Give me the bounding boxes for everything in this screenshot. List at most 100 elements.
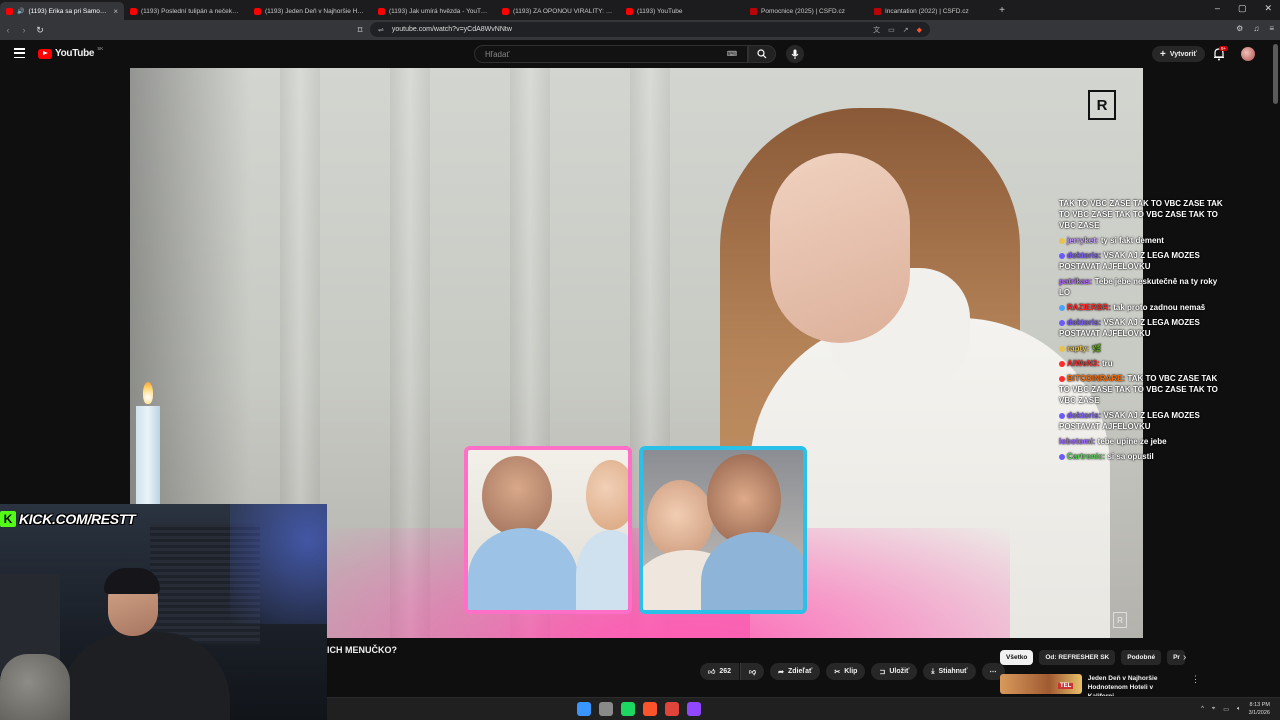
scrollbar-thumb[interactable] <box>1273 44 1278 104</box>
download-button[interactable]: ⤓ Stiahnuť <box>923 663 976 680</box>
network-icon[interactable]: ▭ <box>1223 706 1229 713</box>
back-icon[interactable]: ‹ <box>0 25 16 35</box>
chip-all[interactable]: Všetko <box>1000 650 1034 665</box>
task-view-icon[interactable] <box>599 702 613 716</box>
windows-start-icon[interactable] <box>577 702 591 716</box>
address-bar[interactable]: ⇌ youtube.com/watch?v=yCdA8WvNNtw 文 ▭ ↗ … <box>370 22 930 37</box>
share-button[interactable]: ➦ Zdieľať <box>770 663 821 680</box>
account-avatar[interactable] <box>1241 47 1255 61</box>
chip-related[interactable]: Podobné <box>1121 650 1162 665</box>
chat-badge-icon <box>1059 376 1065 382</box>
page-scrollbar[interactable] <box>1273 44 1278 694</box>
chat-message: TAK TO VBC ZASE TAK TO VBC ZASE TAK TO V… <box>1059 198 1229 231</box>
brave-shield-icon[interactable]: ◆ <box>917 26 922 34</box>
more-icon: ⋯ <box>989 668 997 676</box>
hamburger-menu-icon[interactable] <box>14 48 25 58</box>
youtube-logo[interactable]: YouTube SK <box>38 46 103 59</box>
clock[interactable]: 8:13 PM 3/1/2026 <box>1249 701 1270 717</box>
minimize-icon[interactable]: – <box>1215 3 1220 14</box>
chat-message: doktoris: VSAK AJ Z LEGA MOZES POSTAVAT … <box>1059 250 1229 272</box>
app-icon[interactable] <box>665 702 679 716</box>
chat-text: 🌿 <box>1091 344 1102 353</box>
chat-badge-icon <box>1059 454 1065 460</box>
keyboard-icon[interactable]: ⌨ <box>727 50 737 58</box>
chevron-right-icon[interactable]: › <box>1183 652 1186 663</box>
new-tab-icon[interactable]: + <box>992 5 1012 16</box>
browser-tab[interactable]: (1193) YouTube <box>620 2 744 20</box>
kick-banner: K KICK.COM/RESTT <box>0 510 136 528</box>
clip-button[interactable]: ✂ Klip <box>826 663 866 680</box>
like-button[interactable]: 👍︎ 262 <box>700 663 740 680</box>
kick-logo-icon: K <box>0 511 16 527</box>
tray-chevron-icon[interactable]: ^ <box>1201 706 1204 712</box>
chat-text: tebe upine ze jebe <box>1097 437 1167 446</box>
brave-browser-icon[interactable] <box>643 702 657 716</box>
tab-title: (1193) Poslední tulipán a nečekaný n <box>141 7 242 15</box>
dislike-button[interactable]: 👎︎ <box>740 663 765 680</box>
location-icon[interactable]: ⌖ <box>1212 706 1215 713</box>
youtube-favicon-icon <box>6 7 13 15</box>
browser-tab-bar: 🔊 (1193) Erika sa pri Samovi ne × (1193)… <box>0 0 1280 20</box>
search-input[interactable]: Hľadať ⌨ <box>474 45 748 63</box>
chat-text: tak proto zadnou nemaš <box>1113 303 1206 312</box>
channel-watermark-icon[interactable]: R <box>1113 612 1127 628</box>
kick-app-icon[interactable] <box>621 702 635 716</box>
save-label: Uložiť <box>889 668 910 675</box>
recommended-title: Jeden Deň v Najhoršie Hodnotenom Hoteli … <box>1087 675 1158 696</box>
young-man-head <box>707 454 781 544</box>
browser-tab[interactable]: Pomocnice (2025) | ČSFD.cz <box>744 2 868 20</box>
voice-search-button[interactable] <box>786 45 804 63</box>
share-icon[interactable]: ↗ <box>903 26 909 34</box>
music-icon[interactable]: ♫ <box>1253 24 1259 33</box>
cast-icon[interactable]: ▭ <box>888 26 895 34</box>
extensions-icon[interactable]: ⚙ <box>1236 24 1243 33</box>
youtube-play-icon <box>38 48 52 59</box>
search-button[interactable] <box>748 45 776 63</box>
site-info-icon[interactable]: ⇌ <box>378 26 384 34</box>
close-tab-icon[interactable]: × <box>113 7 118 16</box>
search-icon <box>757 49 767 59</box>
blue-led-glow <box>230 504 327 624</box>
couple-photo-right <box>639 446 807 614</box>
more-vert-icon[interactable]: ⋮ <box>1191 674 1200 696</box>
create-label: Vytvoriť <box>1169 50 1197 58</box>
bookmark-icon[interactable]: ⌑ <box>352 25 368 36</box>
recommended-thumbnail[interactable]: TEL <box>1000 674 1082 694</box>
browser-tab[interactable]: (1193) Jeden Deň v Najhoršie Hodn <box>248 2 372 20</box>
forward-icon[interactable]: › <box>16 25 32 35</box>
speaker-icon[interactable]: 🔊 <box>17 8 24 15</box>
create-button[interactable]: + Vytvoriť <box>1152 46 1205 62</box>
maximize-icon[interactable]: ▢ <box>1238 3 1247 14</box>
browser-tab[interactable]: Incantation (2022) | ČSFD.cz <box>868 2 992 20</box>
taskbar-apps <box>577 702 701 716</box>
kick-url: KICK.COM/RESTT <box>19 511 136 527</box>
logo-text: YouTube <box>55 48 95 59</box>
woman-head <box>586 460 628 530</box>
browser-tab[interactable]: (1193) Poslední tulipán a nečekaný n <box>124 2 248 20</box>
chip-from-channel[interactable]: Od: REFRESHER SK <box>1039 650 1116 665</box>
translate-icon[interactable]: 文 <box>873 25 880 35</box>
search-placeholder: Hľadať <box>485 49 510 59</box>
reload-icon[interactable]: ↻ <box>32 25 48 36</box>
browser-tab[interactable]: 🔊 (1193) Erika sa pri Samovi ne × <box>0 2 124 20</box>
couple-photo-left <box>464 446 632 614</box>
twitch-icon[interactable] <box>687 702 701 716</box>
youtube-favicon-icon <box>502 7 509 15</box>
video-actions: 👍︎ 262 👎︎ ➦ Zdieľať ✂ Klip ⊐ Uložiť ⤓ St… <box>700 663 1005 680</box>
chat-text: tru <box>1101 359 1113 368</box>
chat-message: AiWeN3: tru <box>1059 358 1229 369</box>
youtube-favicon-icon <box>254 7 261 15</box>
thumbnail-badge: TEL <box>1058 683 1074 689</box>
browser-tab[interactable]: (1193) ZA OPONOU VIRALITY: MELI <box>496 2 620 20</box>
chat-badge-icon <box>1059 346 1065 352</box>
clip-label: Klip <box>844 668 858 675</box>
browser-tab[interactable]: (1193) Jak umírá hvězda - YouTube <box>372 2 496 20</box>
candle-flame <box>143 382 153 404</box>
recommended-video[interactable]: TEL Jeden Deň v Najhoršie Hodnotenom Hot… <box>1000 674 1200 696</box>
save-button[interactable]: ⊐ Uložiť <box>871 663 918 680</box>
tab-title: (1193) Jeden Deň v Najhoršie Hodn <box>265 7 366 15</box>
close-window-icon[interactable]: ✕ <box>1264 3 1272 14</box>
streamer-facecam: K KICK.COM/RESTT <box>0 504 327 720</box>
menu-icon[interactable]: ≡ <box>1269 24 1274 33</box>
volume-icon[interactable]: 🔈︎ <box>1237 706 1241 713</box>
